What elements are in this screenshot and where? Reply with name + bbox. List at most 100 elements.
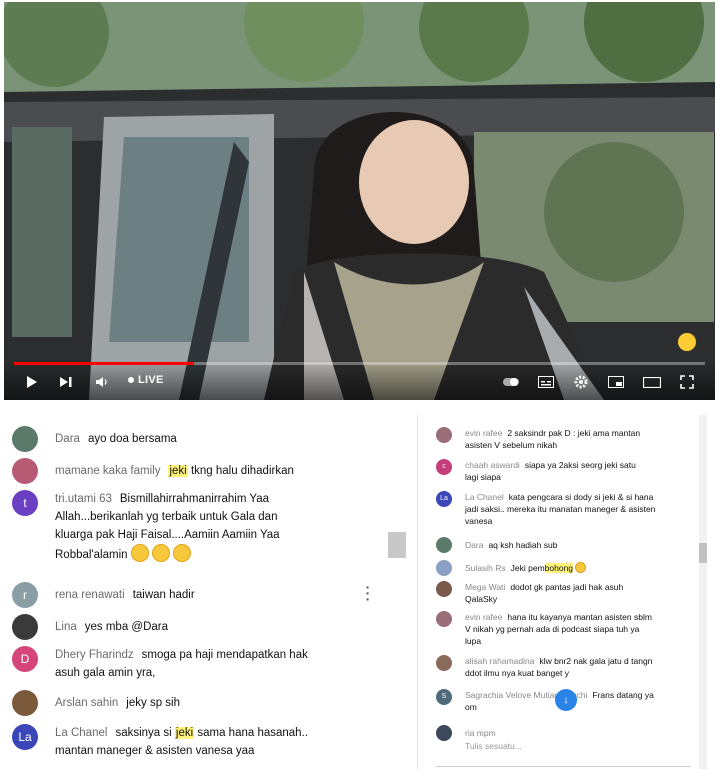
miniplayer-icon[interactable]: [607, 372, 625, 392]
avatar[interactable]: [12, 426, 38, 452]
chat-author[interactable]: mamane kaka family: [55, 465, 160, 477]
chat-author[interactable]: chaah aswardi: [465, 460, 520, 470]
avatar[interactable]: S: [436, 689, 452, 705]
chat-author[interactable]: Arslan sahin: [55, 697, 118, 709]
chat-text: 2 saksindr pak D : jeki ama mantan: [507, 428, 641, 438]
progress-fill: [14, 362, 194, 365]
chat-text: yes mba @Dara: [84, 621, 169, 633]
chat-message: evin rafee hana itu kayanya mantan asiste…: [436, 611, 691, 647]
chat-text: dodot gk pantas jadi hak asuh: [510, 582, 624, 592]
chat-author[interactable]: alisah rahamadina: [465, 656, 534, 666]
pray-emoji-icon: [151, 544, 170, 562]
chat-author[interactable]: Dara: [465, 540, 483, 550]
avatar[interactable]: [436, 725, 452, 741]
chat-message: Dara ayo doa bersama: [12, 426, 378, 452]
chat-author[interactable]: La Chanel: [55, 727, 107, 739]
avatar[interactable]: [436, 581, 452, 597]
chat-author[interactable]: Dara: [55, 433, 80, 445]
settings-icon[interactable]: [572, 372, 590, 392]
chat-text: ddot ilmu nya kuat banget y: [465, 668, 569, 678]
chat-text: jeky sp sih: [126, 697, 180, 709]
chat-author[interactable]: Dhery Fharindz: [55, 649, 134, 661]
chat-message: r rena renawati taiwan hadir: [12, 582, 378, 608]
chat-author[interactable]: rena renawati: [55, 589, 125, 601]
chat-input-placeholder: Tulis sesuatu...: [465, 741, 522, 751]
chat-message: La La Chanel kata pengcara si dody si jek…: [436, 491, 691, 527]
chat-text: V nikah yg pernah ada di podcast siapa t…: [465, 624, 640, 634]
chat-author[interactable]: Mega Wati: [465, 582, 505, 592]
chat-message: Lina yes mba @Dara: [12, 614, 378, 640]
avatar[interactable]: D: [12, 646, 38, 672]
video-player[interactable]: LIVE: [4, 2, 715, 400]
scrollbar-thumb[interactable]: [699, 543, 707, 563]
chat-author[interactable]: evin rafee: [465, 612, 502, 622]
avatar[interactable]: t: [12, 490, 38, 516]
chat-text: kata pengcara si dody si jeki & si hana: [508, 492, 654, 502]
avatar[interactable]: [12, 690, 38, 716]
avatar[interactable]: [12, 458, 38, 484]
chat-message: Dara aq ksh hadiah sub: [436, 537, 691, 553]
chat-author[interactable]: tri.utami 63: [55, 493, 112, 505]
chat-message: Mega Wati dodot gk pantas jadi hak asuh Qa…: [436, 581, 691, 605]
scrollbar-track[interactable]: [699, 415, 707, 769]
pray-emoji-icon: [130, 544, 149, 562]
avatar[interactable]: La: [436, 491, 452, 507]
chat-text: lagi siapa: [465, 472, 501, 482]
avatar[interactable]: r: [12, 582, 38, 608]
player-controls: LIVE: [4, 360, 715, 400]
live-chat-right[interactable]: evin rafee 2 saksindr pak D : jeki ama ma…: [417, 415, 711, 769]
avatar[interactable]: c: [436, 459, 452, 475]
chat-text: jadi saksi.. mereka itu manatan maneger …: [465, 504, 656, 514]
chat-text: ayo doa bersama: [87, 433, 177, 445]
chat-input[interactable]: Tulis sesuatu...: [436, 741, 691, 767]
pray-emoji-icon: [172, 544, 191, 562]
live-stream-page: LIVE Dara ayo doa bersama mamane kaka fa…: [0, 0, 720, 769]
scrollbar-thumb[interactable]: [388, 532, 406, 558]
fullscreen-icon[interactable]: [678, 372, 696, 392]
chat-text: taiwan hadir: [132, 589, 195, 601]
chat-highlight: jeki: [174, 727, 195, 739]
avatar[interactable]: [436, 427, 452, 443]
volume-icon[interactable]: [94, 372, 110, 392]
chat-author[interactable]: Sulasih Rs: [465, 563, 506, 573]
chat-message: ria mpm: [436, 725, 691, 741]
chat-text: saksinya si: [115, 727, 172, 739]
chat-text: sama hana hasanah..: [197, 727, 308, 739]
avatar[interactable]: [436, 655, 452, 671]
chat-text: klw bnr2 nak gala jatu d tangn: [539, 656, 653, 666]
avatar[interactable]: La: [12, 724, 38, 750]
avatar[interactable]: [436, 611, 452, 627]
avatar[interactable]: [436, 537, 452, 553]
chat-message: Arslan sahin jeky sp sih: [12, 690, 378, 716]
next-icon[interactable]: [58, 372, 74, 392]
chat-message: D Dhery Fharindz smoga pa haji mendapatka…: [12, 646, 378, 682]
more-options-icon[interactable]: · · ·: [362, 580, 374, 606]
chat-text: Allah...berikanlah yg terbaik untuk Gala…: [55, 511, 278, 523]
play-icon[interactable]: [24, 372, 40, 392]
chat-text: asisten V sebelum nikah: [465, 440, 558, 450]
chat-author[interactable]: Lina: [55, 621, 77, 633]
channel-watermark-icon: [677, 332, 697, 352]
chat-author[interactable]: La Chanel: [465, 492, 504, 502]
chat-author[interactable]: evin rafee: [465, 428, 502, 438]
chat-message: evin rafee 2 saksindr pak D : jeki ama ma…: [436, 427, 691, 451]
chat-text: siapa ya 2aksi seorg jeki satu: [524, 460, 636, 470]
toggle-icon[interactable]: [502, 372, 520, 392]
chat-text: Bismillahirrahmanirrahim Yaa: [119, 493, 270, 505]
chat-author[interactable]: ria mpm: [465, 728, 496, 738]
chat-message: c chaah aswardi siapa ya 2aksi seorg jeki…: [436, 459, 691, 483]
live-label: LIVE: [138, 374, 164, 386]
progress-bar[interactable]: [14, 362, 705, 365]
chat-message: alisah rahamadina klw bnr2 nak gala jatu …: [436, 655, 691, 679]
subtitles-icon[interactable]: [537, 372, 555, 392]
video-frame: [4, 2, 715, 400]
chat-text: Jeki pem: [510, 563, 545, 573]
avatar[interactable]: [436, 560, 452, 576]
theater-icon[interactable]: [642, 372, 662, 392]
avatar[interactable]: [12, 614, 38, 640]
live-chat-left[interactable]: Dara ayo doa bersama mamane kaka family je…: [0, 412, 408, 769]
chat-text: asuh gala amin yra,: [55, 667, 156, 679]
chat-text: mantan maneger & asisten vanesa yaa: [55, 745, 255, 757]
laughing-emoji-icon: [575, 562, 587, 573]
scroll-down-button[interactable]: ↓: [555, 689, 577, 711]
